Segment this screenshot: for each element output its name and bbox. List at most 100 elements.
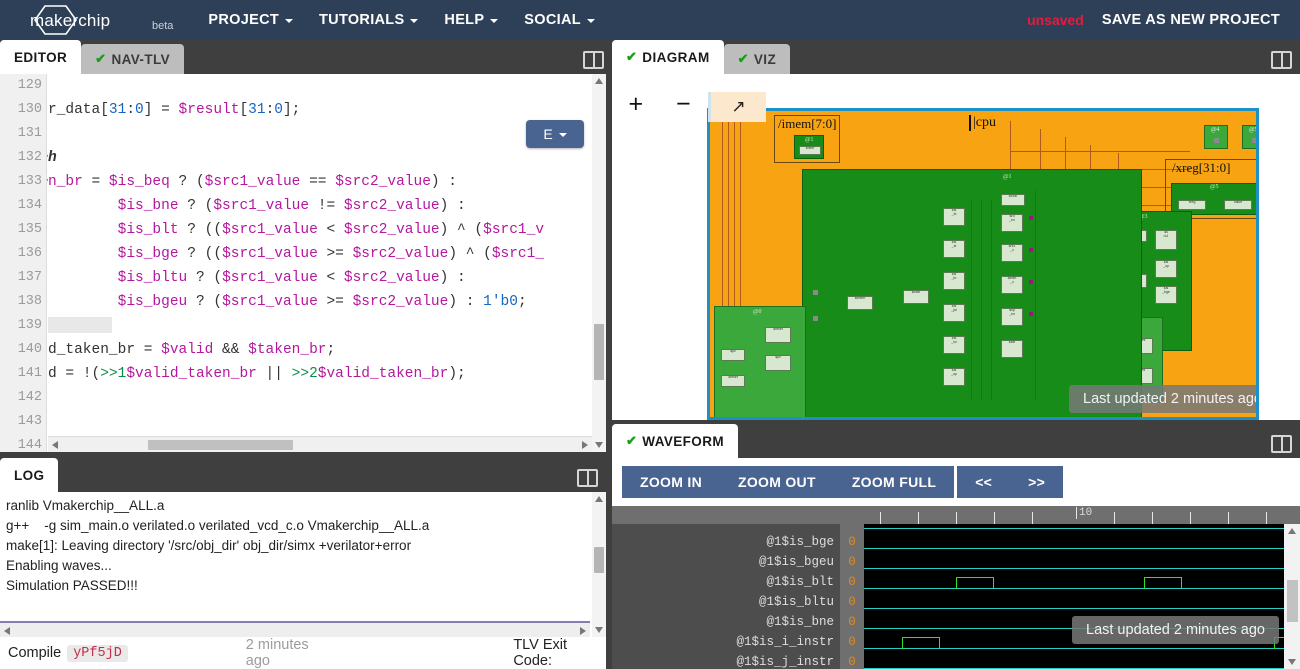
waveform-signal-names[interactable]: @1$is_bge @1$is_bgeu @1$is_blt @1$is_blt… bbox=[612, 524, 840, 669]
editor-vertical-scrollbar[interactable] bbox=[592, 74, 606, 452]
waveform-time-ruler[interactable]: 10 bbox=[612, 506, 1300, 524]
tab-nav-tlv[interactable]: ✔ NAV-TLV bbox=[81, 44, 185, 74]
signal-name: @1$is_blt bbox=[766, 575, 834, 589]
step-back-button[interactable]: << bbox=[957, 466, 1011, 498]
tab-log[interactable]: LOG bbox=[0, 458, 59, 492]
signal-value: 0 bbox=[848, 635, 856, 649]
signal-name: @1$is_i_instr bbox=[736, 635, 834, 649]
log-status-bar: Compile yPf5jD 2 minutes ago TLV Exit Co… bbox=[0, 637, 606, 669]
line-number: 140 bbox=[17, 342, 42, 357]
scroll-down-icon[interactable] bbox=[1288, 659, 1296, 665]
scroll-up-icon[interactable] bbox=[595, 496, 603, 502]
line-number: 131 bbox=[17, 126, 42, 141]
tab-viz[interactable]: ✔ VIZ bbox=[723, 44, 791, 74]
fit-to-screen-button[interactable]: ↗ bbox=[708, 92, 766, 122]
nav-menu-tutorials[interactable]: TUTORIALS bbox=[306, 2, 431, 38]
diagram-zoom-controls: + − bbox=[612, 74, 707, 134]
zoom-in-button[interactable]: ZOOM IN bbox=[622, 466, 720, 498]
chevron-down-icon bbox=[285, 19, 294, 23]
scroll-up-icon[interactable] bbox=[595, 78, 603, 84]
code-line: $is_bltu ? ($src1_value < $src2_value) : bbox=[117, 270, 466, 286]
split-pane-icon[interactable] bbox=[577, 469, 598, 487]
diagram-canvas[interactable]: |cpu /imem[7:0] @1 imem /xreg[31:0] @5 x… bbox=[707, 108, 1259, 420]
chevron-down-icon bbox=[586, 19, 595, 23]
scrollbar-thumb[interactable] bbox=[594, 324, 604, 380]
log-horizontal-scrollbar[interactable] bbox=[0, 621, 590, 637]
brand-name: makerchip bbox=[30, 11, 111, 30]
code-text-area[interactable]: r_data[31:0] = $result[31:0]; h n_br = $… bbox=[48, 74, 592, 452]
tlv-exit-code-label: TLV Exit Code: bbox=[513, 637, 568, 669]
scroll-left-icon[interactable] bbox=[52, 441, 58, 449]
scroll-up-icon[interactable] bbox=[1288, 528, 1296, 534]
scroll-down-icon[interactable] bbox=[595, 627, 603, 633]
chevron-down-icon bbox=[410, 19, 419, 23]
waveform-chart[interactable]: 10 @1$is_bge @1$is_bgeu @1$is_blt @1$is_… bbox=[612, 506, 1300, 669]
line-number: 141 bbox=[17, 366, 42, 381]
signal-value: 0 bbox=[848, 535, 856, 549]
diagram-body[interactable]: + − ↗ |cpu /imem[7:0] @1 imem /xreg[31:0… bbox=[612, 74, 1300, 420]
tab-diagram[interactable]: ✔ DIAGRAM bbox=[612, 40, 724, 74]
stage-node: @5 bbox=[1242, 125, 1256, 149]
zoom-in-button[interactable]: + bbox=[628, 91, 643, 117]
scrollbar-thumb[interactable] bbox=[1287, 580, 1298, 622]
waveform-traces[interactable] bbox=[864, 524, 1284, 669]
editor-gutter: 129 130 131 132▼ 133▼ 134 135 136 137 13… bbox=[0, 74, 52, 452]
expand-arrows-icon: ↗ bbox=[731, 97, 746, 116]
check-icon: ✔ bbox=[737, 51, 749, 66]
code-line: $is_bge ? (($src1_value >= $src2_value) … bbox=[117, 246, 545, 262]
top-navbar: makerchip beta PROJECT TUTORIALS HELP SO… bbox=[0, 0, 1300, 40]
line-number: 135 bbox=[17, 222, 42, 237]
log-output[interactable]: ranlib Vmakerchip__ALL.a g++ -g sim_main… bbox=[0, 492, 606, 637]
nav-menu-social[interactable]: SOCIAL bbox=[511, 2, 608, 38]
scroll-left-icon[interactable] bbox=[4, 627, 10, 635]
waveform-vertical-scrollbar[interactable] bbox=[1284, 524, 1300, 669]
zoom-full-button[interactable]: ZOOM FULL bbox=[833, 466, 955, 498]
tab-nav-tlv-label: NAV-TLV bbox=[111, 51, 171, 67]
brand-logo[interactable]: makerchip beta bbox=[18, 4, 173, 36]
zoom-out-button[interactable]: ZOOM OUT bbox=[719, 466, 834, 498]
split-pane-icon[interactable] bbox=[583, 51, 604, 69]
code-editor[interactable]: 129 130 131 132▼ 133▼ 134 135 136 137 13… bbox=[0, 74, 606, 452]
log-tabbar: LOG bbox=[0, 458, 606, 492]
log-vertical-scrollbar[interactable] bbox=[592, 492, 606, 637]
check-icon: ✔ bbox=[626, 433, 638, 448]
editor-panel: EDITOR ✔ NAV-TLV 129 130 131 132▼ 133▼ 1… bbox=[0, 40, 612, 452]
save-as-new-project-button[interactable]: SAVE AS NEW PROJECT bbox=[1102, 12, 1280, 28]
line-number: 139 bbox=[17, 318, 42, 333]
code-line: d = !(>>1$valid_taken_br || >>2$valid_ta… bbox=[48, 366, 466, 382]
scrollbar-thumb[interactable] bbox=[594, 547, 604, 573]
compile-timestamp: 2 minutes ago bbox=[245, 637, 309, 669]
signal-name: @1$is_bne bbox=[766, 615, 834, 629]
stage0-block: @0 $reset $pc $pc $reset bbox=[714, 306, 806, 417]
signal-name: @1$is_bltu bbox=[758, 595, 834, 609]
diagram-panel: ✔ DIAGRAM ✔ VIZ + − ↗ |cpu /imem[7:0] @1… bbox=[612, 40, 1300, 420]
compile-label: Compile bbox=[8, 645, 62, 661]
scroll-right-icon[interactable] bbox=[582, 441, 588, 449]
code-line: n_br = $is_beq ? ($src1_value == $src2_v… bbox=[48, 174, 458, 190]
scroll-right-icon[interactable] bbox=[580, 627, 586, 635]
split-pane-icon[interactable] bbox=[1271, 435, 1292, 453]
nav-menu-help[interactable]: HELP bbox=[431, 2, 511, 38]
split-pane-icon[interactable] bbox=[1271, 51, 1292, 69]
step-forward-button[interactable]: >> bbox=[1010, 466, 1064, 498]
scroll-down-icon[interactable] bbox=[595, 442, 603, 448]
imem-inner-block: @1 imem bbox=[794, 135, 824, 159]
editor-mode-button[interactable]: E bbox=[526, 120, 584, 148]
tab-diagram-label: DIAGRAM bbox=[642, 49, 710, 65]
zoom-out-button[interactable]: − bbox=[676, 91, 691, 117]
waveform-toolbar: ZOOM IN ZOOM OUT ZOOM FULL << >> bbox=[622, 466, 1064, 498]
nav-menu-project[interactable]: PROJECT bbox=[195, 2, 306, 38]
unsaved-status: unsaved bbox=[1027, 12, 1084, 28]
editor-horizontal-scrollbar[interactable] bbox=[48, 436, 592, 452]
log-text: ranlib Vmakerchip__ALL.a g++ -g sim_main… bbox=[6, 498, 430, 593]
scrollbar-thumb[interactable] bbox=[148, 440, 293, 450]
line-number: 130 bbox=[17, 102, 42, 117]
check-icon: ✔ bbox=[95, 51, 107, 66]
editor-tabbar: EDITOR ✔ NAV-TLV bbox=[0, 40, 612, 74]
code-line bbox=[48, 314, 592, 338]
tab-waveform[interactable]: ✔ WAVEFORM bbox=[612, 424, 738, 458]
tab-editor[interactable]: EDITOR bbox=[0, 40, 82, 74]
signal-value: 0 bbox=[848, 615, 856, 629]
